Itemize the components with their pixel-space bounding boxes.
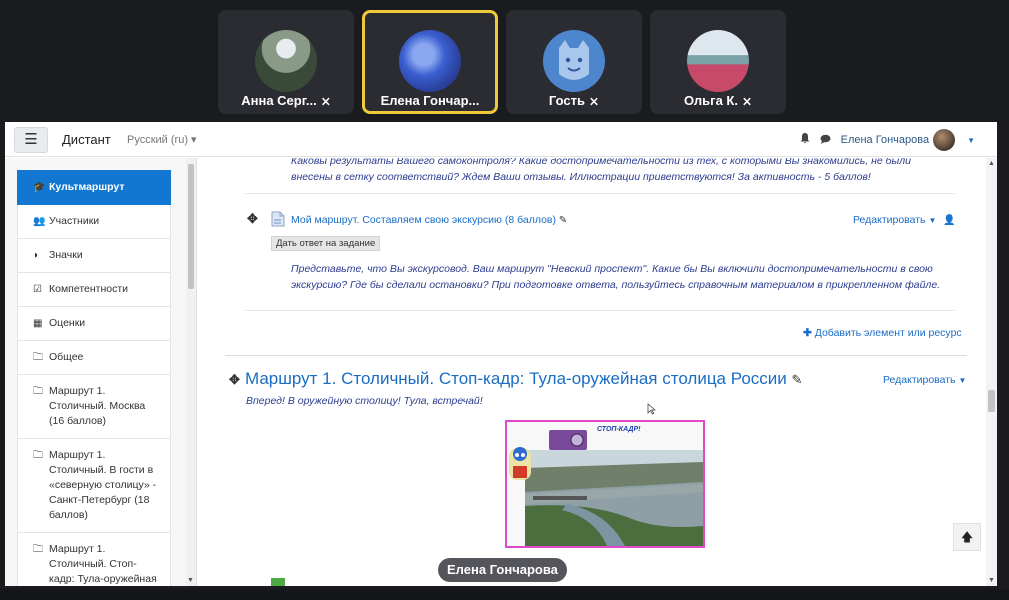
add-activity-button[interactable]: ✚ Добавить элемент или ресурс <box>803 327 962 339</box>
divider <box>245 193 955 194</box>
folder-icon: 🗀 <box>33 544 43 555</box>
guest-avatar-icon <box>543 30 605 92</box>
scroll-down-arrow-icon[interactable]: ▼ <box>988 577 995 584</box>
participant-avatar <box>687 30 749 92</box>
scrollbar-thumb[interactable] <box>188 164 194 289</box>
folder-icon: 🗀 <box>33 450 43 461</box>
shield-icon: ◗ <box>33 250 40 261</box>
mic-muted-icon: ⨯ <box>741 94 753 108</box>
assignment-icon <box>271 211 285 232</box>
pencil-icon[interactable]: ✎ <box>559 215 567 226</box>
scroll-down-arrow-icon[interactable]: ▼ <box>187 577 194 584</box>
edit-label: Редактировать <box>853 214 926 226</box>
course-navigation-drawer: 🎓 Культмаршрут 👥 Участники ◗ Значки ☑ Компетент… <box>5 158 197 586</box>
section-divider <box>225 355 967 356</box>
course-content: Каковы результаты Вашего самоконтроля? К… <box>205 158 985 586</box>
user-name[interactable]: Елена Гончарова <box>841 134 929 146</box>
drawer-item-label: Маршрут 1. Столичный. Стоп-кадр: Тула-ор… <box>49 543 157 585</box>
image-caption: СТОП-КАДР! <box>597 426 641 433</box>
drawer-item[interactable]: 🗀 Маршрут 1. Столичный. В гости в «северн… <box>17 439 171 533</box>
section-edit-menu[interactable]: Редактировать ▼ <box>883 374 966 386</box>
chat-bubble-icon[interactable] <box>820 134 831 147</box>
forum-description: Каковы результаты Вашего самоконтроля? К… <box>291 158 912 183</box>
site-name[interactable]: Дистант <box>62 132 111 147</box>
shared-screen: ☰ Дистант Русский (ru) ▾ Елена Гончарова… <box>5 122 997 586</box>
participant-strip: Анна Серг... ⨯ Елена Гончар... Гость ⨯ Оль… <box>0 10 1009 114</box>
participant-tile-3[interactable]: Гость ⨯ <box>506 10 642 114</box>
participant-tile-1[interactable]: Анна Серг... ⨯ <box>218 10 354 114</box>
back-to-top-button[interactable]: 🡅 <box>953 523 981 551</box>
move-section-icon[interactable]: ✥ <box>229 372 240 388</box>
drawer-item-label: Культмаршрут <box>49 181 125 193</box>
scrollbar-thumb[interactable] <box>988 390 995 412</box>
mouse-cursor-icon <box>647 402 657 420</box>
drawer-item[interactable]: 🗀 Общее <box>17 341 171 375</box>
drawer-item-label: Общее <box>49 351 84 363</box>
assignment-description: Представьте, что Вы экскурсовод. Ваш мар… <box>291 263 941 291</box>
divider <box>245 310 955 311</box>
drawer-item-label: Значки <box>49 249 83 261</box>
folder-icon: 🗀 <box>33 352 43 363</box>
drawer-item-label: Участники <box>49 215 100 227</box>
participant-avatar <box>399 30 461 92</box>
hamburger-icon: ☰ <box>24 131 38 148</box>
user-icon[interactable]: 👤 <box>943 215 955 226</box>
section-title[interactable]: Маршрут 1. Столичный. Стоп-кадр: Тула-ор… <box>245 369 787 388</box>
pencil-icon[interactable]: ✎ <box>792 372 803 387</box>
assignment-link[interactable]: Мой маршрут. Составляем свою экскурсию (… <box>291 214 556 226</box>
move-icon[interactable]: ✥ <box>247 211 258 227</box>
drawer-item-label: Компетентности <box>49 283 129 295</box>
checkbox-icon: ☑ <box>33 284 42 295</box>
folder-icon: 🗀 <box>33 386 43 397</box>
section-intro: Вперед! В оружейную столицу! Тула, встре… <box>246 395 483 407</box>
call-controls-bar <box>0 589 1009 600</box>
participant-name: Гость <box>548 93 586 108</box>
drawer-item[interactable]: 🎓 Культмаршрут <box>17 170 171 205</box>
mic-muted-icon: ⨯ <box>320 94 331 108</box>
drawer-item-label: Маршрут 1. Столичный. В гости в «северну… <box>49 449 157 521</box>
participant-name: Ольга К. <box>683 93 738 108</box>
plus-icon: ✚ <box>803 327 812 339</box>
table-icon: ▦ <box>33 318 43 329</box>
bell-icon[interactable] <box>800 133 810 147</box>
edit-menu[interactable]: Редактировать ▼ 👤 <box>853 214 956 226</box>
language-menu[interactable]: Русский (ru) ▾ <box>127 133 197 146</box>
drawer-item[interactable]: 🗀 Маршрут 1. Столичный. Стоп-кадр: Тула-о… <box>17 533 171 586</box>
drawer-item[interactable]: ▦ Оценки <box>17 307 171 341</box>
top-navbar: ☰ Дистант Русский (ru) ▾ Елена Гончарова… <box>5 122 997 157</box>
scroll-up-arrow-icon[interactable]: ▲ <box>988 160 995 167</box>
caret-down-icon: ▼ <box>958 376 967 385</box>
caret-down-icon: ▼ <box>928 216 937 225</box>
drawer-list: 🎓 Культмаршрут 👥 Участники ◗ Значки ☑ Компетент… <box>17 170 171 586</box>
participant-name: Елена Гончар... <box>380 93 480 108</box>
page-scrollbar[interactable]: ▲ ▼ <box>986 158 997 586</box>
section-image: СТОП-КАДР! <box>505 420 705 548</box>
drawer-item[interactable]: ☑ Компетентности <box>17 273 171 307</box>
user-avatar[interactable] <box>933 129 956 151</box>
drawer-scrollbar[interactable]: ▼ <box>186 158 196 586</box>
submission-badge[interactable]: Дать ответ на задание <box>271 236 381 251</box>
drawer-item[interactable]: 🗀 Маршрут 1. Столичный. Москва (16 баллов… <box>17 375 171 439</box>
users-icon: 👥 <box>33 216 46 227</box>
edit-label: Редактировать <box>883 374 956 386</box>
drawer-item-label: Оценки <box>49 317 86 329</box>
drawer-item[interactable]: 👥 Участники <box>17 205 171 239</box>
drawer-item-label: Маршрут 1. Столичный. Москва (16 баллов) <box>49 385 146 427</box>
participant-tile-4[interactable]: Ольга К. ⨯ <box>650 10 786 114</box>
participant-avatar <box>255 30 317 92</box>
graduation-cap-icon: 🎓 <box>33 182 46 193</box>
video-call-window: Анна Серг... ⨯ Елена Гончар... Гость ⨯ Оль… <box>0 0 1009 600</box>
add-activity-label: Добавить элемент или ресурс <box>814 327 962 339</box>
participant-tile-2[interactable]: Елена Гончар... <box>362 10 498 114</box>
caret-down-icon[interactable]: ▼ <box>967 136 975 145</box>
drawer-item[interactable]: ◗ Значки <box>17 239 171 273</box>
arrow-up-icon: 🡅 <box>960 530 974 544</box>
active-speaker-label: Елена Гончарова <box>438 558 567 582</box>
participant-name: Анна Серг... <box>241 93 317 108</box>
mic-muted-icon: ⨯ <box>589 94 600 108</box>
partial-icon <box>271 578 285 586</box>
menu-toggle-button[interactable]: ☰ <box>14 127 48 153</box>
